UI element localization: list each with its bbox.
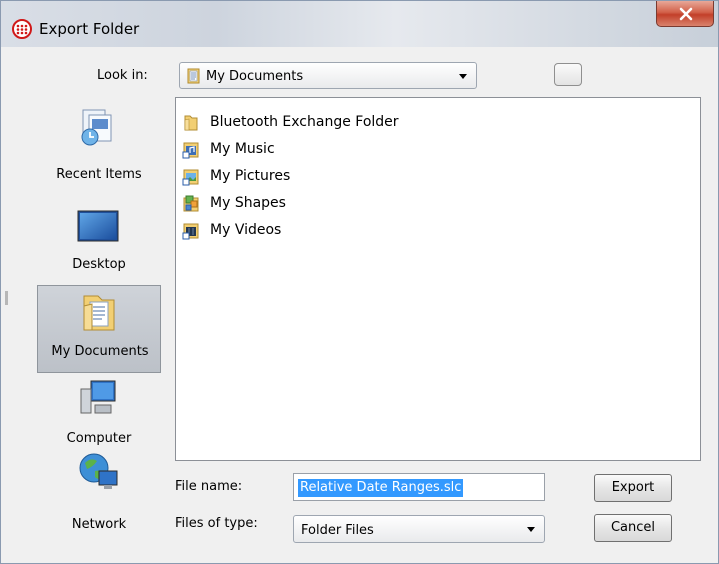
look-in-label: Look in: [97, 68, 148, 83]
close-icon [679, 7, 693, 21]
file-name: My Videos [210, 222, 282, 238]
network-icon [79, 453, 118, 489]
file-type-value: Folder Files [301, 523, 374, 538]
file-list[interactable]: Bluetooth Exchange Folder My Music My Pi… [175, 97, 701, 461]
documents-folder-icon [187, 68, 200, 84]
place-label: Recent Items [56, 167, 142, 182]
file-name: My Pictures [210, 168, 291, 184]
view-toggle-button[interactable] [554, 63, 582, 86]
file-name: My Music [210, 141, 275, 157]
places-sidebar: Recent Items Desktop My Documents Comput… [37, 97, 165, 549]
place-label: Computer [66, 431, 132, 446]
file-name-input[interactable] [296, 476, 540, 498]
window-edge-marker [5, 291, 8, 305]
place-label: My Documents [51, 344, 149, 359]
place-label: Desktop [72, 257, 126, 272]
desktop-icon [77, 210, 119, 242]
app-logo-icon [12, 19, 32, 39]
pictures-folder-icon [182, 169, 199, 186]
window-title: Export Folder [39, 20, 140, 38]
place-recent-items[interactable]: Recent Items [37, 99, 161, 187]
look-in-dropdown[interactable]: My Documents [179, 62, 477, 89]
look-in-value: My Documents [206, 69, 304, 84]
export-button[interactable]: Export [594, 474, 672, 502]
place-my-documents[interactable]: My Documents [37, 285, 161, 373]
place-computer[interactable]: Computer [37, 373, 161, 461]
recent-items-icon [81, 109, 112, 146]
file-name-label: File name: [175, 479, 243, 494]
close-button[interactable] [656, 1, 714, 27]
chevron-down-icon [527, 527, 535, 532]
file-name-field[interactable]: Relative Date Ranges.slc [293, 473, 545, 501]
cancel-button[interactable]: Cancel [594, 514, 672, 542]
place-label: Network [71, 517, 127, 532]
folder-icon [184, 115, 198, 131]
computer-icon [80, 380, 116, 414]
file-name: Bluetooth Exchange Folder [210, 114, 399, 130]
place-desktop[interactable]: Desktop [37, 193, 161, 281]
videos-folder-icon [182, 223, 199, 240]
file-type-label: Files of type: [175, 516, 258, 531]
file-type-dropdown[interactable]: Folder Files [293, 515, 545, 543]
export-folder-dialog: Export Folder Look in: My Documents Rece… [0, 0, 719, 564]
file-name: My Shapes [210, 195, 286, 211]
shapes-folder-icon [183, 195, 199, 212]
place-network[interactable]: Network [37, 449, 161, 537]
chevron-down-icon [459, 74, 467, 79]
my-documents-icon [83, 295, 115, 331]
music-folder-icon [182, 142, 199, 159]
title-bar[interactable]: Export Folder [1, 1, 718, 47]
